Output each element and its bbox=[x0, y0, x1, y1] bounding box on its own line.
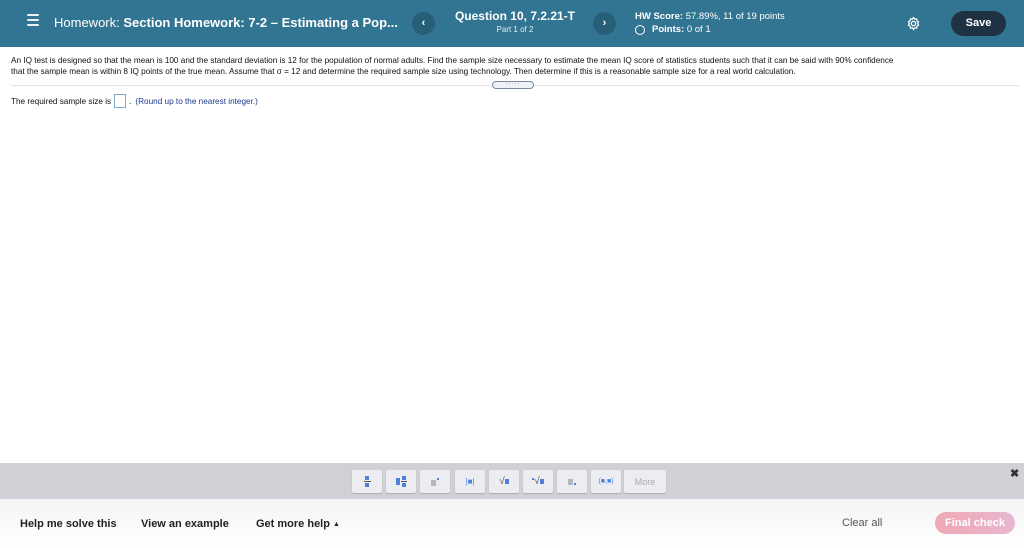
gear-icon[interactable] bbox=[906, 16, 921, 31]
save-button[interactable]: Save bbox=[951, 11, 1006, 36]
answer-suffix: . bbox=[129, 96, 132, 106]
answer-row: The required sample size is . (Round up … bbox=[11, 94, 258, 108]
nth-root-button[interactable]: √ bbox=[523, 470, 553, 493]
homework-title: Homework: Section Homework: 7-2 – Estima… bbox=[54, 15, 398, 30]
exponent-icon bbox=[431, 477, 439, 486]
question-info: Question 10, 7.2.21-T Part 1 of 2 bbox=[440, 9, 590, 34]
fraction-icon bbox=[363, 476, 371, 487]
absolute-value-button[interactable]: |■| bbox=[455, 470, 485, 493]
sample-size-input[interactable] bbox=[114, 94, 127, 108]
get-more-help-label: Get more help bbox=[256, 518, 330, 530]
next-question-button[interactable]: › bbox=[593, 12, 616, 35]
answer-hint: (Round up to the nearest integer.) bbox=[135, 96, 258, 106]
prompt-line-2: that the sample mean is within 8 IQ poin… bbox=[11, 67, 796, 76]
score-info: HW Score: 57.89%, 11 of 19 points Points… bbox=[635, 11, 785, 35]
previous-question-button[interactable]: ‹ bbox=[412, 12, 435, 35]
nth-root-icon: √ bbox=[532, 476, 544, 487]
decimal-icon bbox=[568, 478, 576, 485]
answer-prefix: The required sample size is bbox=[11, 96, 112, 106]
math-palette: |■| √ √ (■,■) More ✖ bbox=[0, 463, 1024, 499]
exponent-button[interactable] bbox=[420, 470, 450, 493]
question-title: Question 10, 7.2.21-T bbox=[454, 9, 576, 23]
view-an-example-link[interactable]: View an example bbox=[141, 518, 229, 530]
ordered-pair-button[interactable]: (■,■) bbox=[591, 470, 621, 493]
hamburger-menu-icon[interactable] bbox=[27, 14, 39, 26]
get-more-help-link[interactable]: Get more help ▲ bbox=[256, 518, 340, 530]
hw-score-label: HW Score: bbox=[635, 11, 684, 22]
clear-all-button[interactable]: Clear all bbox=[842, 517, 882, 529]
expand-collapse-button[interactable]: ····· bbox=[492, 81, 534, 89]
help-me-solve-this-link[interactable]: Help me solve this bbox=[20, 518, 117, 530]
homework-label: Homework: bbox=[54, 15, 120, 30]
final-check-button[interactable]: Final check bbox=[935, 512, 1015, 534]
points-label: Points: bbox=[652, 24, 685, 35]
caret-up-icon: ▲ bbox=[333, 521, 340, 528]
question-part: Part 1 of 2 bbox=[496, 25, 534, 34]
mixed-number-icon bbox=[395, 476, 407, 487]
points-status-circle-icon bbox=[635, 24, 645, 35]
points-value: 0 of 1 bbox=[686, 24, 711, 35]
footer-bar: Help me solve this View an example Get m… bbox=[0, 499, 1024, 548]
square-root-icon: √ bbox=[499, 476, 509, 487]
prompt-line-1: An IQ test is designed so that the mean … bbox=[11, 56, 894, 65]
homework-name: Section Homework: 7-2 – Estimating a Pop… bbox=[123, 15, 398, 30]
top-header: Homework: Section Homework: 7-2 – Estima… bbox=[0, 0, 1024, 47]
decimal-button[interactable] bbox=[557, 470, 587, 493]
fraction-button[interactable] bbox=[352, 470, 382, 493]
question-prompt: An IQ test is designed so that the mean … bbox=[11, 55, 1015, 77]
ordered-pair-icon: (■,■) bbox=[598, 478, 614, 485]
square-root-button[interactable]: √ bbox=[489, 470, 519, 493]
more-button[interactable]: More bbox=[624, 470, 666, 493]
close-palette-icon[interactable]: ✖ bbox=[1010, 467, 1019, 480]
absolute-value-icon: |■| bbox=[465, 477, 475, 486]
hw-score-value: 57.89%, 11 of 19 points bbox=[685, 11, 785, 22]
mixed-number-button[interactable] bbox=[386, 470, 416, 493]
